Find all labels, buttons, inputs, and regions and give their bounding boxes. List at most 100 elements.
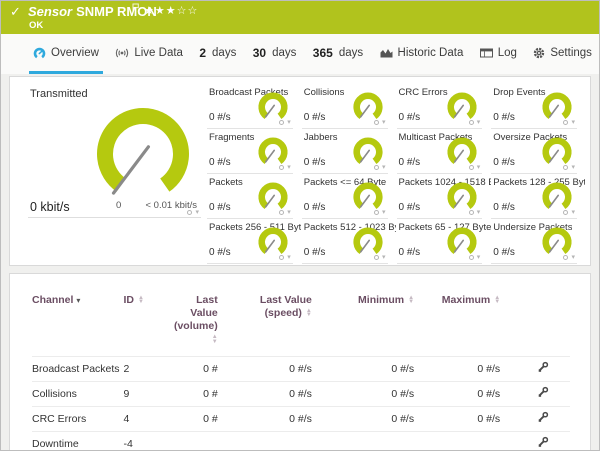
pin-mini-icon[interactable]: ▾ [287,119,291,126]
channel-gauge-label: Jabbers [303,132,338,143]
channel-gauge[interactable]: Undersize Packets 0 #/s ▾ [491,219,577,264]
table-row[interactable]: Downtime -4 [32,430,570,450]
channel-minimum [327,430,431,450]
gear-mini-icon[interactable] [373,210,379,215]
channels-table: Channel ▾ ID ▲ ▼ Last Value (volume) ▲ ▼ Last Val… [32,290,570,450]
channel-last-value-speed: 0 #/s [233,355,328,381]
channel-gauge[interactable]: Packets <= 64 Byte 0 #/s ▾ [301,174,388,219]
channel-gauge[interactable]: Packets 512 - 1023 Byt… 0 #/s ▾ [301,219,396,264]
column-header-last-value[interactable]: Last Value (volume) ▲ ▼ [172,290,234,356]
pin-mini-icon[interactable]: ▾ [287,209,291,216]
pin-mini-icon[interactable]: ▾ [195,209,199,216]
sort-desc-icon: ▾ [76,296,81,305]
wrench-icon[interactable] [537,436,549,450]
channel-gauge-value: 0 #/s [493,202,515,213]
pin-mini-icon[interactable]: ▾ [477,254,481,261]
channel-gauge[interactable]: Packets 0 #/s ▾ [207,174,293,219]
gear-mini-icon[interactable] [279,120,285,125]
gear-mini-icon[interactable] [468,120,474,125]
tab-label: Settings [550,46,592,59]
main-gauge[interactable]: Transmitted 0 kbit/s 0 < 0.01 kbit/s ▾ [10,77,207,265]
gear-mini-icon[interactable] [563,120,569,125]
table-row[interactable]: CRC Errors 4 0 # 0 #/s 0 #/s 0 #/s [32,405,570,431]
priority-stars[interactable]: ★★★☆☆ [144,4,198,17]
channel-gauge[interactable]: Oversize Packets 0 #/s ▾ [491,129,577,174]
pin-mini-icon[interactable]: ▾ [571,209,575,216]
tab-log[interactable]: Log [476,34,521,74]
gear-mini-icon[interactable] [373,120,379,125]
gear-mini-icon[interactable] [279,165,285,170]
channel-gauge-value: 0 #/s [303,247,326,258]
pin-mini-icon[interactable]: ▾ [477,164,481,171]
gear-mini-icon[interactable] [187,210,193,215]
channel-name[interactable]: Broadcast Packets [32,355,124,381]
channel-gauge[interactable]: Collisions 0 #/s ▾ [301,84,388,129]
gear-mini-icon[interactable] [468,210,474,215]
pin-mini-icon[interactable]: ▾ [571,164,575,171]
gear-mini-icon[interactable] [279,255,285,260]
pin-mini-icon[interactable]: ▾ [571,254,575,261]
gear-mini-icon[interactable] [279,210,285,215]
divider [28,217,201,218]
pin-mini-icon[interactable]: ▾ [382,119,386,126]
gear-mini-icon[interactable] [373,165,379,170]
channel-gauge[interactable]: Fragments 0 #/s ▾ [207,129,293,174]
pin-mini-icon[interactable]: ▾ [287,254,291,261]
tab-30-days[interactable]: 30 days [249,34,301,74]
channel-gauge[interactable]: Packets 1024 - 1518 B… 0 #/s ▾ [396,174,491,219]
gear-mini-icon[interactable] [563,255,569,260]
tab-settings[interactable]: Settings [529,34,596,74]
table-row[interactable]: Broadcast Packets 2 0 # 0 #/s 0 #/s 0 #/… [32,355,570,381]
column-header-last-value-speed-[interactable]: Last Value (speed) ▲ ▼ [234,290,328,356]
pin-mini-icon[interactable]: ▾ [477,119,481,126]
channel-gauge[interactable]: Multicast Packets 0 #/s ▾ [396,129,483,174]
channel-gauge-value: 0 #/s [209,247,231,258]
wrench-icon[interactable] [537,386,549,401]
wrench-icon[interactable] [537,411,549,426]
sensor-title-prefix: Sensor [28,4,73,19]
pin-mini-icon[interactable]: ▾ [287,164,291,171]
column-header-channel[interactable]: Channel ▾ [32,290,123,356]
tab-365-days[interactable]: 365 days [309,34,367,74]
main-gauge-needle [111,145,151,195]
channel-gauge-value: 0 #/s [303,202,326,213]
gear-mini-icon[interactable] [373,255,379,260]
wrench-icon[interactable] [537,361,549,376]
tab-overview[interactable]: Overview [29,34,103,74]
gear-mini-icon[interactable] [468,165,474,170]
column-label: Minimum [358,294,405,306]
channels-panel: Channel ▾ ID ▲ ▼ Last Value (volume) ▲ ▼ Last Val… [9,273,591,450]
channel-name[interactable]: Downtime [32,430,124,450]
channel-name[interactable]: CRC Errors [32,405,124,431]
column-header-minimum[interactable]: Minimum ▲ ▼ [328,290,430,356]
gear-mini-icon[interactable] [468,255,474,260]
channel-gauge[interactable]: CRC Errors 0 #/s ▾ [396,84,483,129]
tab-2-days[interactable]: 2 days [195,34,240,74]
channel-gauge[interactable]: Packets 256 - 511 Bytes 0 #/s ▾ [207,219,301,264]
gear-mini-icon[interactable] [563,210,569,215]
main-gauge-scale-min: 0 [116,200,122,211]
channel-last-value-volume: 0 # [171,355,234,381]
pin-mini-icon[interactable]: ▾ [477,209,481,216]
pin-mini-icon[interactable]: ▾ [382,254,386,261]
column-header-id[interactable]: ID ▲ ▼ [123,290,171,356]
tab-live-data[interactable]: Live Data [111,34,187,74]
channel-name[interactable]: Collisions [32,380,124,406]
sensor-header: ✓ Sensor SNMP RMON ★★★☆☆ OK [1,1,599,34]
channel-gauge[interactable]: Broadcast Packets 0 #/s ▾ [207,84,293,129]
channel-gauge[interactable]: Jabbers 0 #/s ▾ [301,129,388,174]
pin-mini-icon[interactable]: ▾ [382,209,386,216]
channel-gauge[interactable]: Drop Events 0 #/s ▾ [491,84,577,129]
channel-minimum: 0 #/s [327,380,431,406]
channel-maximum: 0 #/s [430,380,517,406]
gear-mini-icon[interactable] [563,165,569,170]
channel-gauge[interactable]: Packets 128 - 255 Bytes 0 #/s ▾ [491,174,585,219]
column-label-2: (volume) [173,320,218,333]
tab-historic-data[interactable]: Historic Data [376,34,468,74]
pin-mini-icon[interactable]: ▾ [571,119,575,126]
channel-gauge[interactable]: Packets 65 - 127 Bytes 0 #/s ▾ [396,219,491,264]
table-row[interactable]: Collisions 9 0 # 0 #/s 0 #/s 0 #/s [32,380,570,406]
pin-mini-icon[interactable]: ▾ [382,164,386,171]
tab-label: Log [497,46,517,59]
column-header-maximum[interactable]: Maximum ▲ ▼ [430,290,516,356]
